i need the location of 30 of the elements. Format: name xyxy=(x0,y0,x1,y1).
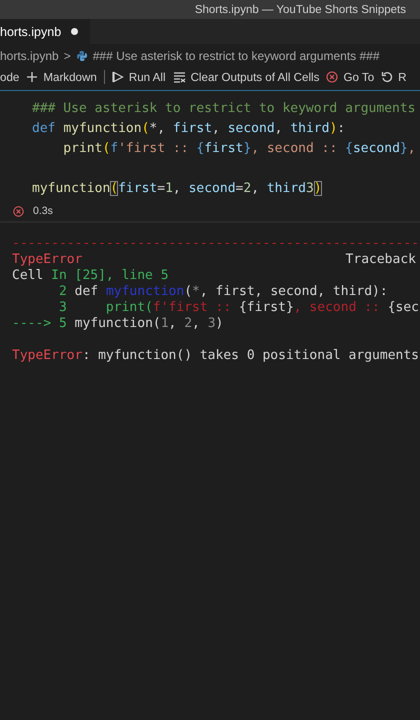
error-circle-icon xyxy=(326,71,338,83)
toolbar-button[interactable]: Markdown xyxy=(26,70,97,84)
python-icon xyxy=(76,50,88,62)
toolbar-button[interactable]: Run All xyxy=(112,70,166,84)
toolbar-button[interactable]: R xyxy=(381,70,407,84)
breadcrumb-item[interactable]: horts.ipynb xyxy=(0,49,59,63)
breadcrumb-separator: > xyxy=(64,49,71,63)
toolbar-button[interactable]: ode xyxy=(0,70,20,84)
output-line: 3 print(f'first :: {first}, second :: {sec xyxy=(58,300,420,316)
output-line: Cell In [25], line 5 xyxy=(12,268,170,284)
code-line: def myfunction(*, first, second, third): xyxy=(31,120,346,138)
execution-time: 0.3s xyxy=(33,205,53,217)
toolbar-button[interactable]: Go To xyxy=(326,70,374,84)
run-all-icon xyxy=(112,71,124,83)
output-line: ----> 5 myfunction(1, 2, 3) xyxy=(12,316,224,332)
window-title: Shorts.ipynb — YouTube Shorts Snippets xyxy=(194,4,406,16)
plus-icon xyxy=(26,71,38,83)
output-line: TypeError xyxy=(12,252,82,268)
output-line: TypeError: myfunction() takes 0 positional arguments xyxy=(12,348,420,364)
restart-icon xyxy=(381,71,394,83)
clear-lines-icon xyxy=(172,71,186,83)
output-line: 2 def myfunction(*, first, second, third): xyxy=(58,284,389,300)
breadcrumb-item[interactable]: ### Use asterisk to restrict to keyword arguments ### xyxy=(92,49,380,63)
file-tab[interactable]: horts.ipynb xyxy=(0,19,90,44)
code-line: ### Use asterisk to restrict to keyword arguments xyxy=(31,100,417,118)
code-line: print(f'first :: {first}, second :: {second}, xyxy=(62,140,417,158)
code-line: myfunction(first=1, second=2, third3) xyxy=(31,180,323,198)
output-rule: ---------------------------------------------------- xyxy=(12,236,420,252)
output-line: Traceback xyxy=(346,252,416,268)
toolbar-button[interactable]: Clear Outputs of All Cells xyxy=(172,70,320,84)
